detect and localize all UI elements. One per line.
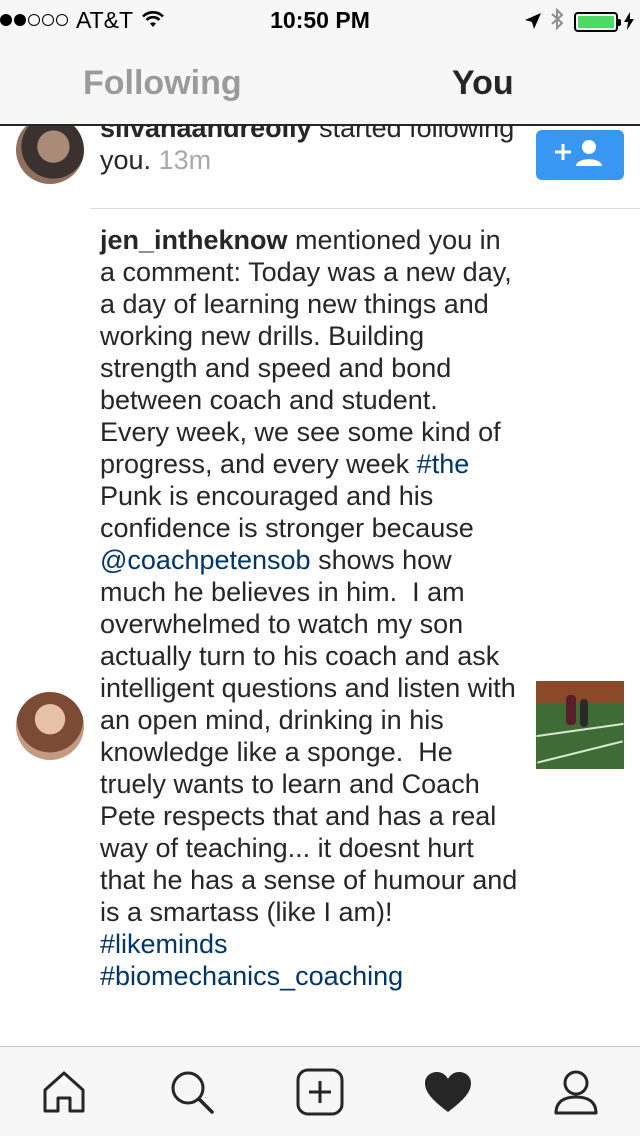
heart-icon[interactable]: [423, 1067, 473, 1117]
add-post-icon[interactable]: [295, 1067, 345, 1117]
bluetooth-icon: [550, 7, 564, 36]
activity-feed[interactable]: silvanaandreolly started following you. …: [0, 126, 640, 1046]
status-right: [524, 7, 634, 36]
notification-mention[interactable]: jen_intheknow mentioned you in a comment…: [100, 224, 520, 992]
tab-following[interactable]: Following: [83, 64, 242, 103]
post-thumbnail[interactable]: [536, 681, 624, 769]
profile-icon[interactable]: [551, 1067, 601, 1117]
timestamp: 13m: [158, 145, 212, 175]
location-arrow-icon: [524, 9, 542, 36]
divider: [90, 208, 640, 209]
battery-icon: [574, 12, 621, 32]
add-user-icon: [554, 138, 606, 173]
username[interactable]: jen_intheknow: [100, 225, 288, 255]
hashtag-link[interactable]: #biomechanics_coaching: [100, 961, 403, 991]
search-icon[interactable]: [167, 1067, 217, 1117]
mention-link[interactable]: @coachpetensob: [100, 545, 311, 575]
avatar[interactable]: [16, 126, 84, 184]
hashtag-link[interactable]: #the: [417, 449, 470, 479]
follow-back-button[interactable]: [536, 130, 624, 180]
comment-text: mentioned you in a comment: Today was a …: [100, 225, 520, 479]
avatar[interactable]: [16, 692, 84, 760]
activity-tabs: Following You: [0, 40, 640, 126]
charging-bolt-icon: [624, 9, 634, 36]
comment-text: shows how much he believes in him. I am …: [100, 545, 525, 927]
tab-you[interactable]: You: [452, 64, 514, 103]
notification-follow[interactable]: silvanaandreolly started following you. …: [100, 126, 520, 176]
bottom-nav: [0, 1046, 640, 1136]
username[interactable]: silvanaandreolly: [100, 126, 312, 143]
status-bar: AT&T 10:50 PM: [0, 0, 640, 40]
home-icon[interactable]: [39, 1067, 89, 1117]
hashtag-link[interactable]: #likeminds: [100, 929, 228, 959]
